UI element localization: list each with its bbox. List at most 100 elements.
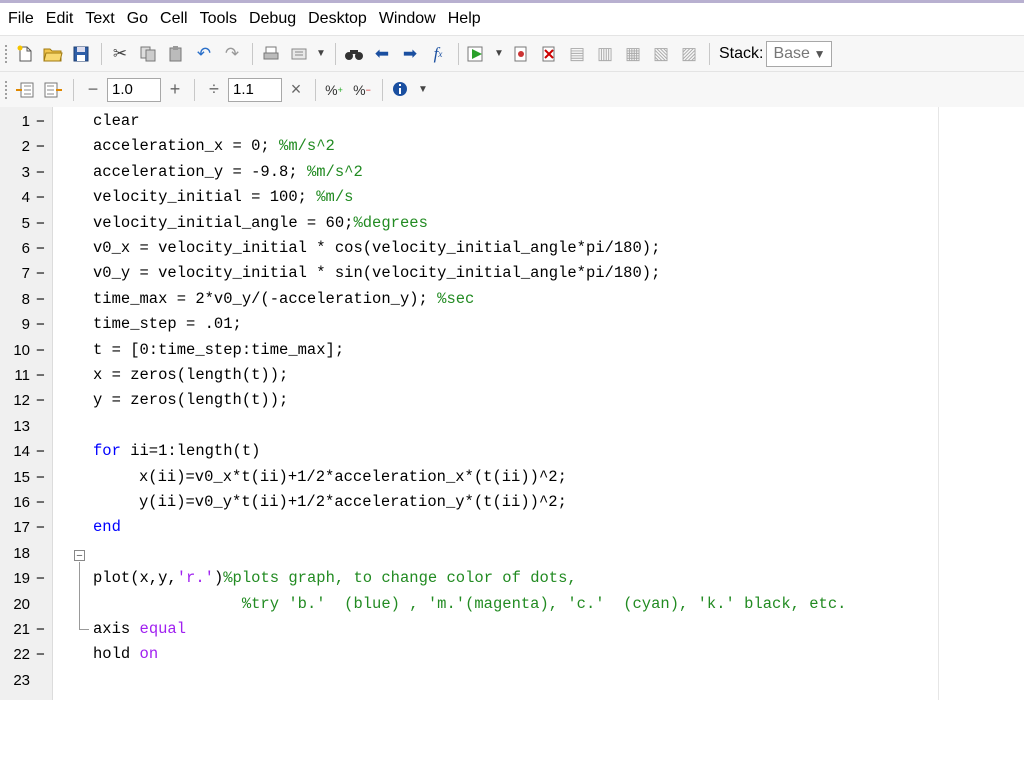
multiply-button[interactable]: ×	[282, 79, 310, 100]
code-line[interactable]: 10− t = [0:time_step:time_max];	[0, 338, 1000, 363]
go-back-icon[interactable]: ⬅	[369, 41, 395, 67]
evaluate-and-advance-icon[interactable]	[40, 77, 66, 103]
menu-tools[interactable]: Tools	[196, 10, 245, 28]
redo-icon[interactable]: ↷	[219, 41, 245, 67]
code-text: %try 'b.' (blue) , 'm.'(magenta), 'c.' (…	[93, 592, 847, 617]
menu-file[interactable]: File	[4, 10, 42, 28]
code-line[interactable]: 9− time_step = .01;	[0, 312, 1000, 337]
code-line[interactable]: 13	[0, 414, 1000, 439]
undo-icon[interactable]: ↶	[191, 41, 217, 67]
code-line[interactable]: 11− x = zeros(length(t));	[0, 363, 1000, 388]
step-icon[interactable]: ▤	[564, 41, 590, 67]
code-line[interactable]: 12− y = zeros(length(t));	[0, 388, 1000, 413]
chevron-down-icon[interactable]: ▼	[314, 41, 328, 67]
step-out-icon[interactable]: ▦	[620, 41, 646, 67]
executable-line-marker[interactable]: −	[36, 134, 45, 159]
code-line[interactable]: 8− time_max = 2*v0_y/(-acceleration_y); %…	[0, 287, 1000, 312]
copy-icon[interactable]	[135, 41, 161, 67]
code-line[interactable]: 1− clear	[0, 109, 1000, 134]
code-editor[interactable]: 1− clear 2− acceleration_x = 0; %m/s^2 3− acc…	[0, 107, 1024, 700]
print-icon[interactable]	[258, 41, 284, 67]
comment-token: %plots graph, to change color of dots,	[223, 569, 577, 588]
executable-line-marker[interactable]: −	[36, 338, 45, 363]
set-breakpoint-icon[interactable]	[508, 41, 534, 67]
code-line[interactable]: 7− v0_y = velocity_initial * sin(velocity…	[0, 261, 1000, 286]
menu-desktop[interactable]: Desktop	[304, 10, 375, 28]
executable-line-marker[interactable]: −	[36, 388, 45, 413]
executable-line-marker[interactable]: −	[36, 160, 45, 185]
executable-line-marker[interactable]: −	[36, 185, 45, 210]
publish-icon[interactable]	[286, 41, 312, 67]
increment-button[interactable]: +	[161, 79, 189, 100]
code-line[interactable]: 2− acceleration_x = 0; %m/s^2	[0, 134, 1000, 159]
executable-line-marker[interactable]: −	[36, 617, 45, 642]
clear-breakpoints-icon[interactable]	[536, 41, 562, 67]
line-number: 19	[13, 570, 30, 588]
executable-line-marker[interactable]: −	[36, 312, 45, 337]
fold-toggle[interactable]: −	[74, 550, 85, 562]
executable-line-marker[interactable]: −	[36, 261, 45, 286]
go-forward-icon[interactable]: ➡	[397, 41, 423, 67]
comment-token: %degrees	[353, 213, 428, 232]
code-line[interactable]: 14− for ii=1:length(t)	[0, 439, 1000, 464]
line-number: 12	[13, 392, 30, 410]
stack-dropdown[interactable]: Base ▼	[766, 40, 833, 67]
paste-icon[interactable]	[163, 41, 189, 67]
executable-line-marker[interactable]: −	[36, 287, 45, 312]
executable-line-marker[interactable]: −	[36, 490, 45, 515]
code-line[interactable]: 3− acceleration_y = -9.8; %m/s^2	[0, 160, 1000, 185]
executable-line-marker[interactable]: −	[36, 642, 45, 667]
find-icon[interactable]	[341, 41, 367, 67]
menu-go[interactable]: Go	[123, 10, 156, 28]
executable-line-marker[interactable]: −	[36, 515, 45, 540]
code-line[interactable]: 4− velocity_initial = 100; %m/s	[0, 185, 1000, 210]
menu-cell[interactable]: Cell	[156, 10, 196, 28]
divide-button[interactable]: ÷	[200, 79, 228, 100]
line-number: 8	[21, 290, 30, 308]
menu-window[interactable]: Window	[375, 10, 444, 28]
executable-line-marker[interactable]: −	[36, 236, 45, 261]
menu-edit[interactable]: Edit	[42, 10, 82, 28]
step-in-icon[interactable]: ▥	[592, 41, 618, 67]
menu-text[interactable]: Text	[81, 10, 122, 28]
remove-cell-divider-icon[interactable]: % −	[349, 77, 375, 103]
executable-line-marker[interactable]: −	[36, 465, 45, 490]
executable-line-marker[interactable]: −	[36, 211, 45, 236]
insert-cell-divider-icon[interactable]: % +	[321, 77, 347, 103]
toolbar-grip[interactable]	[4, 43, 8, 64]
code-line[interactable]: 16− y(ii)=v0_y*t(ii)+1/2*acceleration_y*(…	[0, 490, 1000, 515]
code-line[interactable]: 15− x(ii)=v0_x*t(ii)+1/2*acceleration_x*(…	[0, 465, 1000, 490]
executable-line-marker[interactable]: −	[36, 566, 45, 591]
code-line[interactable]: 6− v0_x = velocity_initial * cos(velocity…	[0, 236, 1000, 261]
run-icon[interactable]	[464, 41, 490, 67]
new-file-icon[interactable]	[12, 41, 38, 67]
code-line[interactable]: 17− end	[0, 515, 1000, 540]
executable-line-marker[interactable]: −	[36, 439, 45, 464]
decrement-value-input[interactable]: 1.0	[107, 77, 161, 102]
decrement-button[interactable]: −	[79, 79, 107, 100]
multiply-value-input[interactable]: 1.1	[228, 77, 282, 102]
code-line[interactable]: 22− hold on	[0, 642, 1000, 667]
menu-debug[interactable]: Debug	[245, 10, 304, 28]
code-line[interactable]: 5− velocity_initial_angle = 60;%degrees	[0, 211, 1000, 236]
chevron-down-icon[interactable]: ▼	[492, 41, 506, 67]
executable-line-marker[interactable]: −	[36, 363, 45, 388]
cell-info-icon[interactable]	[388, 77, 414, 103]
save-icon[interactable]	[68, 41, 94, 67]
code-line[interactable]: 20 %try 'b.' (blue) , 'm.'(magenta), 'c.…	[0, 592, 1000, 617]
code-line[interactable]: 21− axis equal	[0, 617, 1000, 642]
executable-line-marker[interactable]: −	[36, 109, 45, 134]
function-browser-icon[interactable]: fx	[425, 41, 451, 67]
evaluate-cell-icon[interactable]	[12, 77, 38, 103]
chevron-down-icon[interactable]: ▼	[416, 77, 430, 103]
code-line[interactable]: 19− plot(x,y,'r.')%plots graph, to change…	[0, 566, 1000, 591]
exit-debug-icon[interactable]: ▨	[676, 41, 702, 67]
open-folder-icon[interactable]	[40, 41, 66, 67]
toolbar-grip[interactable]	[4, 79, 8, 100]
menu-help[interactable]: Help	[444, 10, 489, 28]
continue-icon[interactable]: ▧	[648, 41, 674, 67]
comment-token: %m/s	[316, 188, 354, 207]
cut-icon[interactable]: ✂	[107, 41, 133, 67]
code-line[interactable]: 18	[0, 541, 1000, 566]
code-line[interactable]: 23	[0, 668, 1000, 693]
